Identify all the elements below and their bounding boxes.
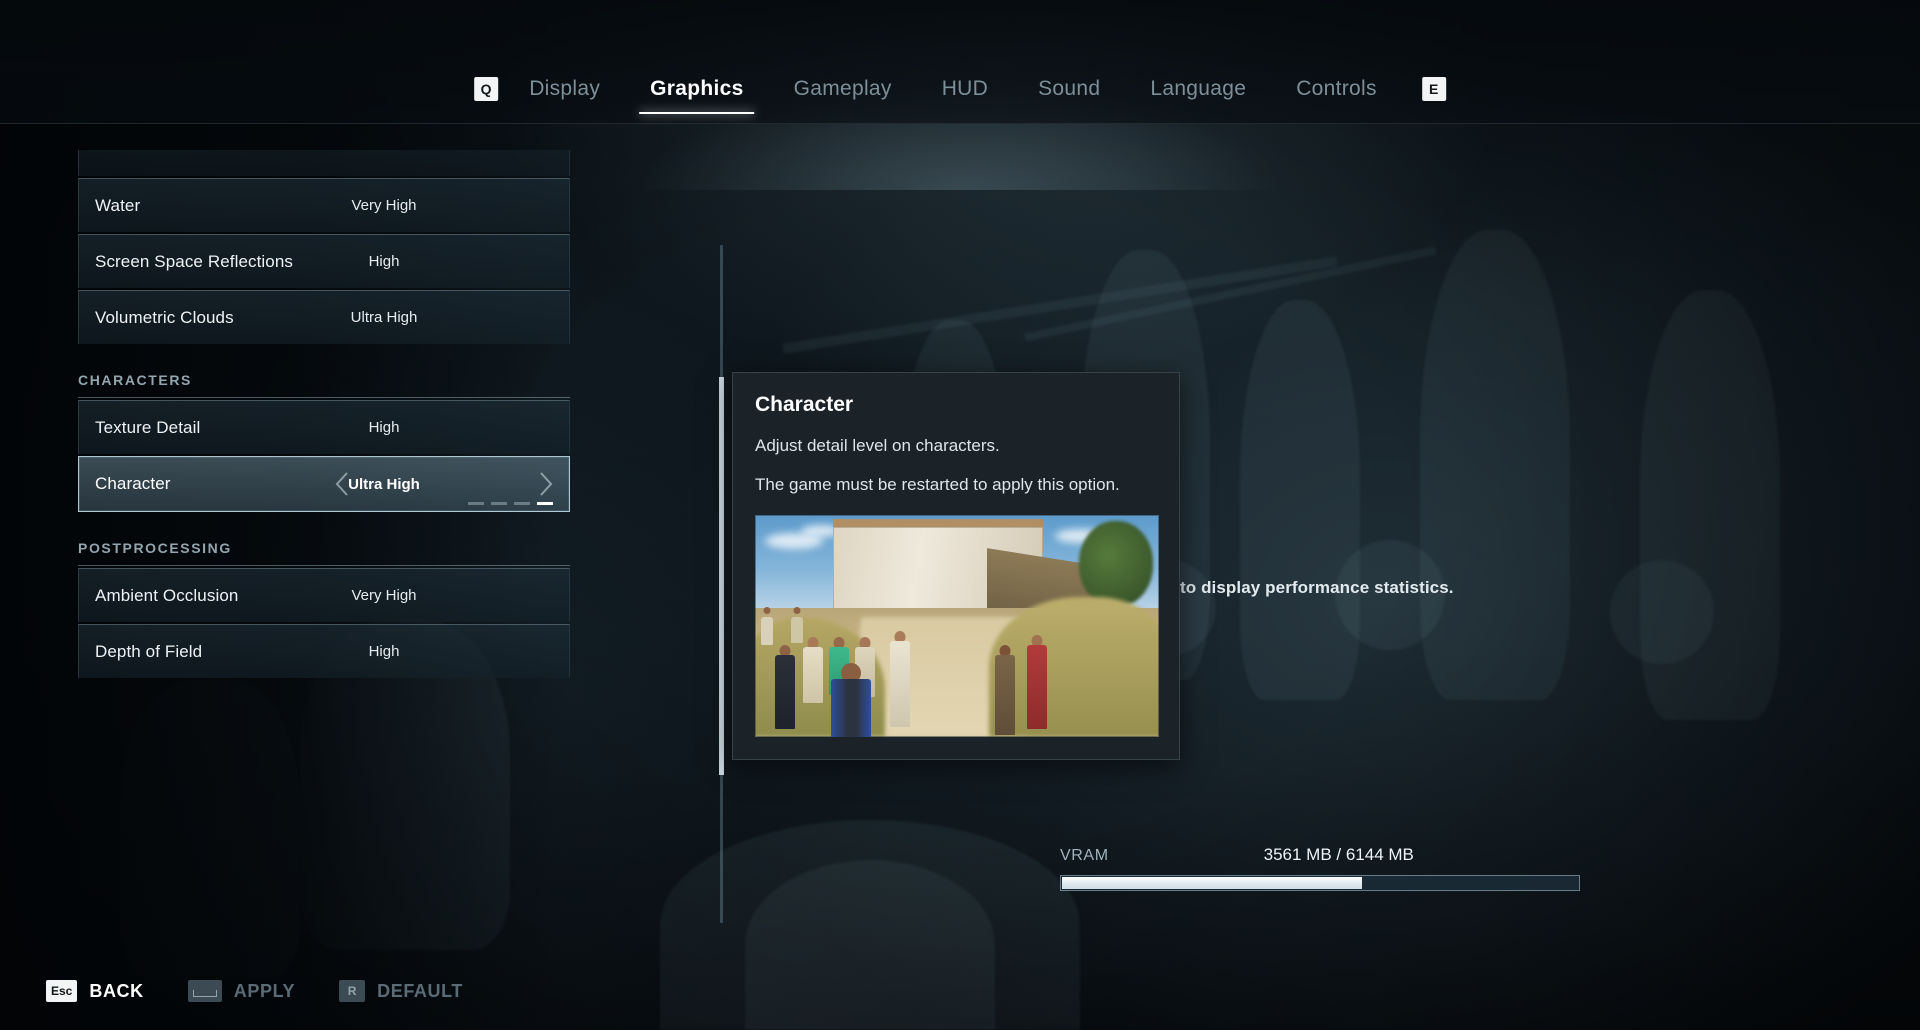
action-bar: Esc BACK APPLY R DEFAULT [46, 980, 463, 1002]
tab-sound[interactable]: Sound [1013, 72, 1125, 106]
vram-progress-bar [1060, 875, 1580, 891]
performance-stats-text: to display performance statistics. [1180, 578, 1454, 597]
settings-row-partial[interactable] [78, 150, 570, 176]
back-label: BACK [89, 980, 144, 1001]
step-3 [514, 502, 530, 505]
back-action[interactable]: Esc BACK [46, 980, 144, 1002]
settings-row-depth-of-field[interactable]: Depth of Field High [78, 624, 570, 678]
prev-tab-key[interactable]: Q [474, 77, 499, 101]
tab-bar: Q Display Graphics Gameplay HUD Sound La… [0, 0, 1920, 124]
vram-value: 3561 MB / 6144 MB [1263, 845, 1414, 864]
section-label: CHARACTERS [78, 372, 192, 388]
setting-label: Ambient Occlusion [95, 585, 239, 605]
step-2 [491, 502, 507, 505]
default-action[interactable]: R DEFAULT [339, 980, 463, 1002]
vram-meter: VRAM 3561 MB / 6144 MB [1060, 845, 1580, 891]
apply-action[interactable]: APPLY [187, 980, 296, 1002]
tab-controls[interactable]: Controls [1271, 72, 1402, 106]
setting-label: Volumetric Clouds [95, 307, 234, 327]
step-1 [468, 502, 484, 505]
setting-label: Character [95, 474, 171, 493]
settings-row-ambient-occlusion[interactable]: Ambient Occlusion Very High [78, 568, 570, 622]
game-settings-screen: Q Display Graphics Gameplay HUD Sound La… [0, 0, 1920, 1030]
step-indicator [468, 502, 553, 505]
tab-graphics[interactable]: Graphics [625, 72, 768, 114]
section-label: POSTPROCESSING [78, 540, 232, 556]
default-label: DEFAULT [377, 980, 463, 1001]
setting-label: Texture Detail [95, 417, 201, 437]
settings-list[interactable]: Water Very High Screen Space Reflections… [78, 150, 570, 870]
character-quality-preview-image [755, 514, 1159, 737]
step-4 [537, 502, 553, 505]
tooltip-description: Adjust detail level on characters. [755, 436, 1000, 455]
decrease-arrow-icon[interactable] [333, 471, 351, 497]
next-tab-key[interactable]: E [1421, 77, 1446, 101]
tab-gameplay[interactable]: Gameplay [769, 72, 917, 106]
scrollbar-thumb[interactable] [719, 377, 724, 775]
settings-row-water[interactable]: Water Very High [78, 178, 570, 232]
r-key-icon[interactable]: R [339, 980, 366, 1002]
tab-hud[interactable]: HUD [917, 72, 1013, 106]
tab-language[interactable]: Language [1125, 72, 1271, 106]
tooltip-restart-note: The game must be restarted to apply this… [755, 474, 1120, 494]
setting-tooltip-panel: Character Adjust detail level on charact… [732, 372, 1180, 760]
settings-scrollbar[interactable] [719, 245, 724, 923]
apply-label: APPLY [233, 980, 296, 1001]
setting-label: Screen Space Reflections [95, 251, 294, 271]
settings-row-character[interactable]: Character Ultra High [78, 456, 570, 512]
vram-label: VRAM [1060, 847, 1109, 864]
settings-row-screen-space-reflections[interactable]: Screen Space Reflections High [78, 234, 570, 288]
increase-arrow-icon[interactable] [537, 471, 555, 497]
vram-progress-fill [1062, 877, 1363, 889]
section-header-characters: CHARACTERS [78, 372, 570, 398]
setting-label: Depth of Field [95, 641, 203, 661]
setting-label: Water [95, 195, 141, 215]
section-header-postprocessing: POSTPROCESSING [78, 540, 570, 566]
tooltip-title: Character [755, 393, 854, 416]
tab-list: Q Display Graphics Gameplay HUD Sound La… [474, 72, 1446, 114]
settings-row-texture-detail[interactable]: Texture Detail High [78, 400, 570, 454]
settings-row-volumetric-clouds[interactable]: Volumetric Clouds Ultra High [78, 290, 570, 344]
spacebar-key-icon[interactable] [187, 980, 222, 1002]
tab-display[interactable]: Display [504, 72, 625, 106]
setting-value: Very High [351, 197, 417, 214]
esc-key-icon[interactable]: Esc [46, 980, 78, 1002]
